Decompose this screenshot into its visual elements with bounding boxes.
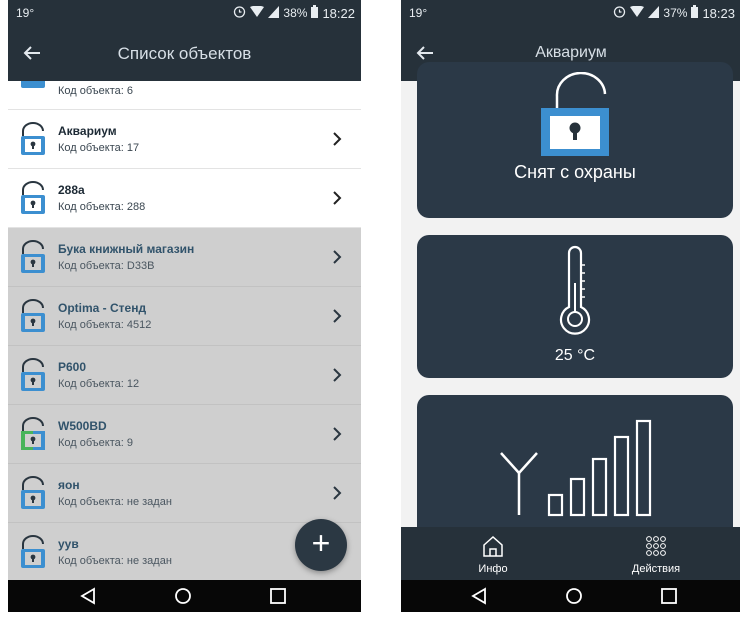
chevron-right-icon: [333, 368, 342, 382]
object-name: Аквариум: [58, 124, 117, 138]
lock-open-icon: [21, 81, 45, 88]
clock-time: 18:22: [322, 5, 355, 21]
thermometer-icon: [559, 245, 591, 335]
lock-open-icon: [21, 358, 45, 391]
cell-signal-icon: [268, 5, 280, 21]
list-item[interactable]: 288a Код объекта: 288: [8, 169, 361, 228]
list-item[interactable]: W500BD Код объекта: 9: [8, 405, 361, 464]
nav-home-icon[interactable]: [564, 587, 584, 605]
chevron-right-icon: [333, 309, 342, 323]
signal-card: [417, 395, 733, 545]
chevron-right-icon: [333, 191, 342, 205]
object-code: Код объекта: 288: [58, 201, 146, 213]
nav-back-icon[interactable]: [469, 587, 489, 605]
chevron-right-icon: [333, 132, 342, 146]
signal-strength-icon: [500, 419, 652, 517]
clock-time: 18:23: [702, 5, 735, 21]
page-title: Аквариум: [535, 44, 607, 61]
grid-dots-icon: [646, 536, 666, 556]
object-name: P600: [58, 360, 87, 374]
object-name: яон: [58, 478, 80, 492]
wifi-icon: [250, 5, 265, 21]
page-title: Список объектов: [117, 44, 252, 63]
list-item[interactable]: яон Код объекта: не задан: [8, 464, 361, 523]
battery-percent: 37%: [663, 6, 688, 20]
nav-home-icon[interactable]: [173, 587, 193, 605]
alarm-clock-icon: [613, 5, 626, 21]
nav-recents-icon[interactable]: [268, 587, 288, 605]
lock-open-icon: [21, 181, 45, 214]
wifi-icon: [630, 5, 645, 21]
chevron-right-icon: [333, 427, 342, 441]
lock-open-icon: [21, 240, 45, 273]
lock-open-icon: [21, 535, 45, 568]
tab-actions-label: Действия: [631, 563, 681, 575]
object-code: Код объекта: 4512: [58, 319, 152, 331]
alarm-clock-icon: [233, 5, 246, 21]
object-detail-screen: 19° 37% 18:23 Аквариум Снят с охраны 25 …: [401, 0, 740, 612]
status-bar: 19° 38% 18:22: [8, 0, 361, 27]
lock-open-icon: [21, 476, 45, 509]
weather-temp: 19°: [16, 6, 35, 20]
app-bar: Список объектов: [8, 27, 361, 81]
battery-icon: [311, 5, 319, 21]
chevron-right-icon: [333, 250, 342, 264]
object-code: Код объекта: 9: [58, 437, 134, 449]
home-icon: [483, 535, 503, 557]
nav-back-icon[interactable]: [78, 587, 98, 605]
object-list-screen: 19° 38% 18:22 Список объектов Код объект…: [8, 0, 361, 612]
lock-partial-icon: [21, 417, 45, 450]
temperature-value: 25 °C: [554, 347, 596, 364]
temperature-card: 25 °C: [417, 235, 733, 378]
tab-actions[interactable]: Действия: [596, 527, 716, 580]
object-list[interactable]: Код объекта: 6 Аквариум Код объекта: 17 …: [8, 81, 361, 581]
object-code: Код объекта: 12: [58, 378, 140, 390]
lock-open-icon: [21, 299, 45, 332]
object-code: Код объекта: 17: [58, 142, 140, 154]
list-item[interactable]: P600 Код объекта: 12: [8, 346, 361, 405]
list-item[interactable]: Optima - Стенд Код объекта: 4512: [8, 287, 361, 346]
object-code: Код объекта: не задан: [58, 555, 172, 567]
object-name: уув: [58, 537, 79, 551]
tab-info-label: Инфо: [478, 563, 508, 575]
status-bar: 19° 37% 18:23: [401, 0, 740, 27]
system-nav-bar: [401, 580, 740, 612]
battery-icon: [691, 5, 699, 21]
cell-signal-icon: [648, 5, 660, 21]
plus-icon: +: [311, 525, 331, 561]
list-item[interactable]: Бука книжный магазин Код объекта: D33B: [8, 228, 361, 287]
system-nav-bar: [8, 580, 361, 612]
chevron-right-icon: [333, 486, 342, 500]
nav-recents-icon[interactable]: [659, 587, 679, 605]
object-code: Код объекта: 6: [58, 85, 134, 97]
tab-info[interactable]: Инфо: [433, 527, 553, 580]
lock-open-icon: [21, 122, 45, 155]
object-name: Бука книжный магазин: [58, 242, 195, 256]
bottom-tab-bar: Инфо Действия: [401, 527, 740, 580]
object-name: Optima - Стенд: [58, 301, 147, 315]
object-name: 288a: [58, 183, 85, 197]
lock-open-icon: [541, 72, 609, 156]
security-status-text: Снят с охраны: [514, 162, 636, 182]
add-object-button[interactable]: +: [295, 519, 347, 571]
battery-percent: 38%: [283, 6, 308, 20]
object-name: W500BD: [58, 419, 107, 433]
list-item[interactable]: Код объекта: 6: [8, 81, 361, 110]
list-item[interactable]: Аквариум Код объекта: 17: [8, 110, 361, 169]
security-status-card[interactable]: Снят с охраны: [417, 62, 733, 218]
object-code: Код объекта: D33B: [58, 260, 155, 272]
object-code: Код объекта: не задан: [58, 496, 172, 508]
weather-temp: 19°: [409, 6, 428, 20]
